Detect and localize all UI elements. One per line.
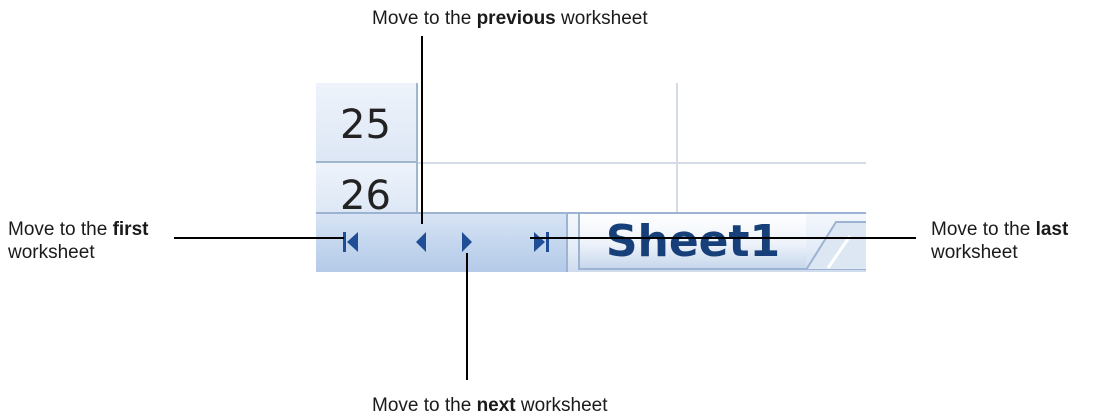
callout-first-pre: Move to the xyxy=(8,219,113,240)
callout-next-bold: next xyxy=(476,395,516,416)
last-sheet-icon xyxy=(534,232,549,252)
callout-previous: Move to the previous worksheet xyxy=(372,7,648,30)
callout-line-next xyxy=(466,253,468,380)
row-header-25[interactable]: 25 xyxy=(316,83,418,163)
callout-first: Move to the first worksheet xyxy=(8,218,148,264)
callout-line-first xyxy=(174,237,344,239)
next-sheet-icon xyxy=(462,232,472,252)
column-gridline xyxy=(676,83,678,213)
callout-first-line2: worksheet xyxy=(8,242,95,263)
callout-previous-bold: previous xyxy=(476,8,556,29)
callout-last: Move to the last worksheet xyxy=(931,218,1068,264)
callout-next-pre: Move to the xyxy=(372,395,477,416)
callout-line-last xyxy=(530,237,916,239)
callout-line-previous xyxy=(421,36,423,224)
sheet-tab-next-partial[interactable] xyxy=(804,214,866,271)
first-sheet-icon xyxy=(343,232,358,252)
callout-previous-post: worksheet xyxy=(555,8,648,29)
row-header-26[interactable]: 26 xyxy=(316,163,418,213)
row-gridline xyxy=(418,162,866,164)
sheet-tab-bar: Sheet1 xyxy=(568,212,866,272)
last-sheet-button[interactable] xyxy=(520,214,560,270)
callout-first-bold: first xyxy=(112,219,149,240)
callout-next: Move to the next worksheet xyxy=(372,394,608,417)
sheet-tab-sheet1[interactable]: Sheet1 xyxy=(578,214,806,270)
callout-previous-pre: Move to the xyxy=(372,8,477,29)
callout-last-bold: last xyxy=(1035,219,1069,240)
first-sheet-button[interactable] xyxy=(332,214,372,270)
previous-sheet-icon xyxy=(416,232,426,252)
callout-last-line2: worksheet xyxy=(931,242,1018,263)
sheet-navigation-bar xyxy=(316,212,568,272)
callout-next-post: worksheet xyxy=(515,395,608,416)
callout-last-pre: Move to the xyxy=(931,219,1036,240)
sheet-tab-edge xyxy=(804,221,866,271)
